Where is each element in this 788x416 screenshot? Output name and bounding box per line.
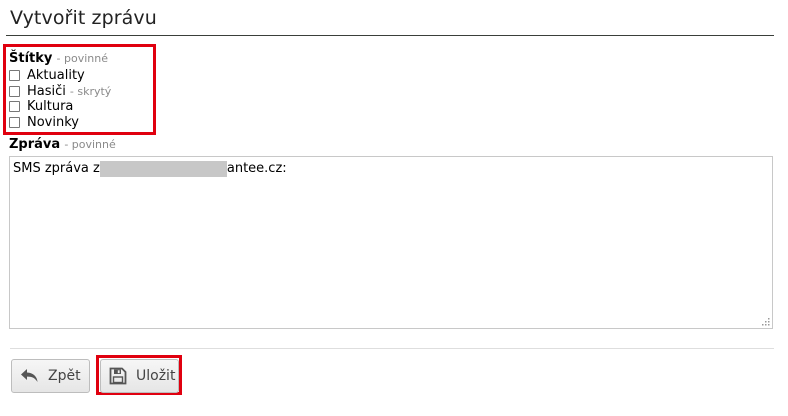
tag-option-novinky[interactable]: Novinky xyxy=(9,115,79,130)
checkbox[interactable] xyxy=(9,70,20,81)
message-field-label: Zpráva - povinné xyxy=(9,137,116,152)
tag-option-label: Novinky xyxy=(27,115,79,130)
tags-field-label: Štítky - povinné xyxy=(9,51,108,66)
title-divider xyxy=(6,35,774,36)
tags-required-note: - povinné xyxy=(56,52,108,65)
message-text-prefix: SMS zpráva z xyxy=(13,161,100,176)
tag-option-label: Hasiči xyxy=(27,84,66,99)
page-title: Vytvořit zprávu xyxy=(10,7,157,29)
checkbox[interactable] xyxy=(9,86,20,97)
floppy-disk-icon xyxy=(108,366,128,386)
actions-divider xyxy=(10,348,774,349)
tag-option-label: Aktuality xyxy=(27,68,85,83)
tags-label: Štítky xyxy=(9,51,53,66)
resize-grip-icon[interactable] xyxy=(761,317,770,326)
back-button[interactable]: Zpět xyxy=(11,359,90,393)
save-button-label: Uložit xyxy=(136,368,176,384)
save-button[interactable]: Uložit xyxy=(100,359,179,393)
message-label: Zpráva xyxy=(9,137,61,152)
tag-option-hasici[interactable]: Hasiči - skrytý xyxy=(9,84,111,99)
undo-arrow-icon xyxy=(20,366,40,386)
back-button-label: Zpět xyxy=(48,368,81,384)
checkbox[interactable] xyxy=(9,101,20,112)
tag-option-kultura[interactable]: Kultura xyxy=(9,99,73,114)
message-text-suffix: antee.cz: xyxy=(226,161,287,176)
redacted-text xyxy=(99,161,227,177)
message-textarea[interactable]: SMS zpráva z antee.cz: xyxy=(9,156,773,329)
message-required-note: - povinné xyxy=(64,138,116,151)
tag-hidden-note: - skrytý xyxy=(69,85,112,98)
tag-option-label: Kultura xyxy=(27,99,74,114)
tag-option-aktuality[interactable]: Aktuality xyxy=(9,68,85,83)
checkbox[interactable] xyxy=(9,117,20,128)
